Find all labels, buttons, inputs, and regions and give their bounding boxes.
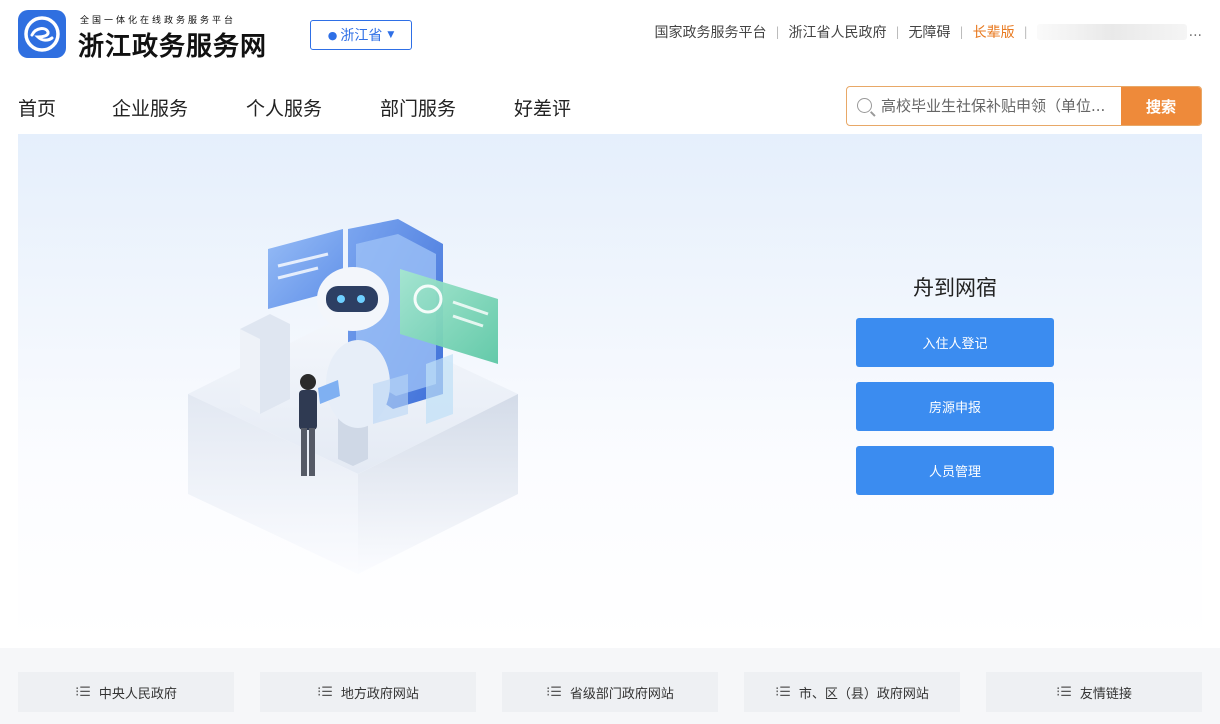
panel-title: 舟到网宿 xyxy=(913,276,997,300)
robot-illustration xyxy=(178,174,558,574)
list-icon: ⁝☰ xyxy=(775,684,791,700)
link-accessibility[interactable]: 无障碍 xyxy=(909,22,951,42)
location-pin-icon: ● xyxy=(327,28,338,42)
logo-icon[interactable] xyxy=(18,10,66,58)
separator: | xyxy=(775,25,780,39)
separator: | xyxy=(1023,25,1028,39)
nav-rating[interactable]: 好差评 xyxy=(514,94,571,121)
list-icon: ⁝☰ xyxy=(546,684,562,700)
link-provincial-gov[interactable]: 浙江省人民政府 xyxy=(789,22,887,42)
search-button[interactable]: 搜索 xyxy=(1121,87,1201,125)
footer-link-label: 市、区（县）政府网站 xyxy=(798,686,929,702)
personnel-management-button[interactable]: 人员管理 xyxy=(856,446,1054,495)
search-icon xyxy=(857,98,872,113)
list-icon: ⁝☰ xyxy=(317,684,333,700)
search-input[interactable] xyxy=(881,87,1121,125)
caret-down-icon: ▼ xyxy=(387,30,395,40)
resident-registration-button[interactable]: 入住人登记 xyxy=(856,318,1054,367)
top-links: 国家政务服务平台 | 浙江省人民政府 | 无障碍 | 长辈版 | ... xyxy=(654,22,1202,42)
footer-link-label: 友情链接 xyxy=(1079,686,1132,702)
list-icon: ⁝☰ xyxy=(75,684,91,700)
user-info-ellipsis: ... xyxy=(1188,24,1202,40)
user-info-blurred[interactable] xyxy=(1036,24,1187,40)
footer-link-city-county[interactable]: ⁝☰ 市、区（县）政府网站 xyxy=(744,672,960,712)
region-selector[interactable]: ● 浙江省 ▼ xyxy=(310,20,412,50)
footer-link-label: 中央人民政府 xyxy=(98,686,177,702)
link-national-platform[interactable]: 国家政务服务平台 xyxy=(654,22,766,42)
footer-link-label: 省级部门政府网站 xyxy=(569,686,674,702)
list-icon: ⁝☰ xyxy=(1056,684,1072,700)
property-declaration-button[interactable]: 房源申报 xyxy=(856,382,1054,431)
logo-title[interactable]: 浙江政务服务网 xyxy=(78,26,267,63)
footer-link-label: 地方政府网站 xyxy=(340,686,419,702)
link-elder-mode[interactable]: 长辈版 xyxy=(973,22,1015,42)
nav-home[interactable]: 首页 xyxy=(18,94,56,121)
hero-banner: 舟到网宿 入住人登记 房源申报 人员管理 xyxy=(18,134,1202,644)
nav-department-services[interactable]: 部门服务 xyxy=(380,94,456,121)
footer-link-provincial-dept[interactable]: ⁝☰ 省级部门政府网站 xyxy=(502,672,718,712)
top-header: 全国一体化在线政务服务平台 浙江政务服务网 ● 浙江省 ▼ 国家政务服务平台 |… xyxy=(0,0,1220,66)
footer-links-bar: ⁝☰ 中央人民政府 ⁝☰ 地方政府网站 ⁝☰ 省级部门政府网站 ⁝☰ 市、区（县… xyxy=(0,648,1220,724)
separator: | xyxy=(959,25,964,39)
logo-subtitle: 全国一体化在线政务服务平台 xyxy=(80,16,237,26)
nav-personal-services[interactable]: 个人服务 xyxy=(246,94,322,121)
footer-link-local-gov[interactable]: ⁝☰ 地方政府网站 xyxy=(260,672,476,712)
footer-link-friendly[interactable]: ⁝☰ 友情链接 xyxy=(986,672,1202,712)
search-box: 搜索 xyxy=(846,86,1202,126)
region-label: 浙江省 xyxy=(340,28,383,44)
footer-link-central-gov[interactable]: ⁝☰ 中央人民政府 xyxy=(18,672,234,712)
nav-business-services[interactable]: 企业服务 xyxy=(112,94,188,121)
separator: | xyxy=(895,25,900,39)
